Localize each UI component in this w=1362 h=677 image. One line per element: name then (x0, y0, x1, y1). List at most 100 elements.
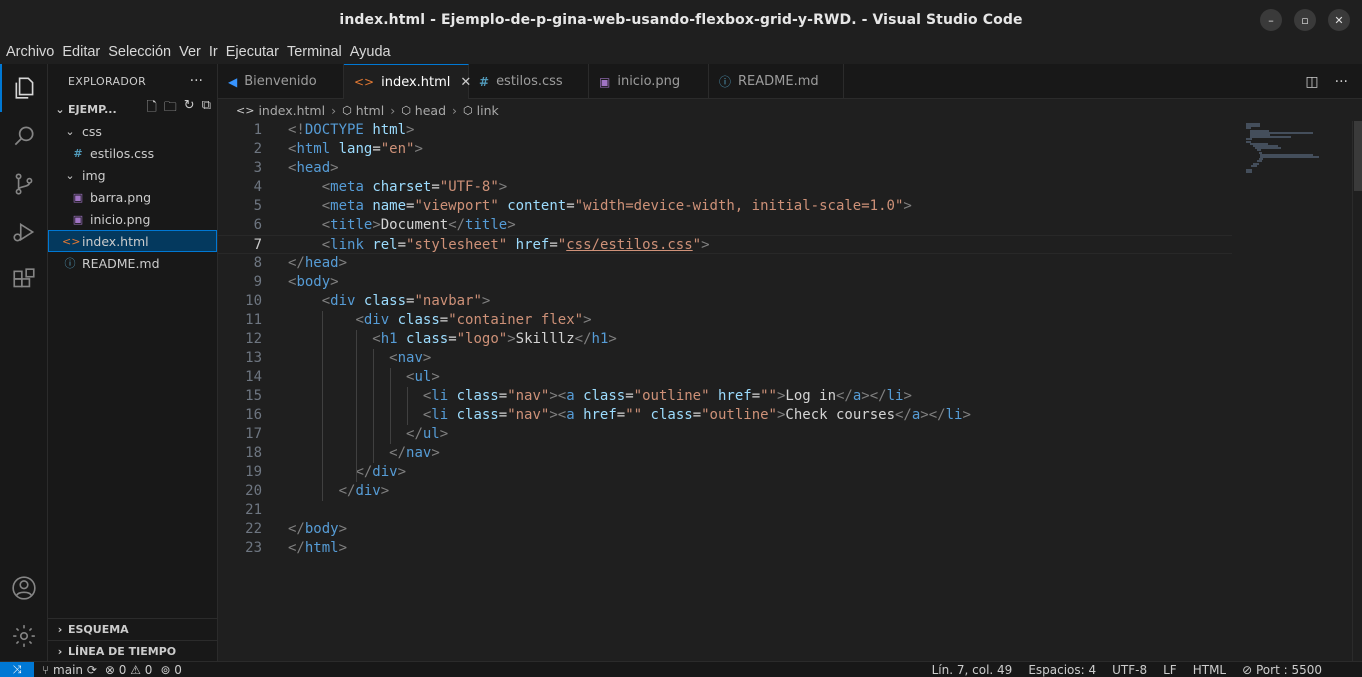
code-line[interactable]: 5 <meta name="viewport" content="width=d… (218, 197, 1232, 216)
tab-bienvenido[interactable]: ◀ Bienvenido (218, 64, 344, 99)
code-line[interactable]: 10 <div class="navbar"> (218, 292, 1232, 311)
sync-icon[interactable]: ⟳ (87, 663, 97, 677)
code-line[interactable]: 11 <div class="container flex"> (218, 311, 1232, 330)
line-number[interactable]: 20 (218, 482, 262, 501)
menu-ir[interactable]: Ir (205, 44, 222, 60)
code-line[interactable]: 3 <head> (218, 159, 1232, 178)
search-icon[interactable] (0, 112, 48, 160)
language-mode[interactable]: HTML (1193, 663, 1226, 677)
tab-readme-md[interactable]: ⓘ README.md (709, 64, 844, 99)
timeline-section[interactable]: › LÍNEA DE TIEMPO (48, 640, 218, 662)
collapse-all-icon[interactable]: ⧉ (202, 98, 211, 120)
minimize-button[interactable]: – (1260, 9, 1282, 31)
tree-file-inicio-png[interactable]: ▣ inicio.png (48, 208, 217, 230)
ports-status[interactable]: ⊚ 0 (160, 663, 182, 677)
code-line[interactable]: 23 </html> (218, 539, 1232, 558)
live-server-port[interactable]: ⊘ Port : 5500 (1242, 663, 1322, 677)
line-number[interactable]: 22 (218, 520, 262, 539)
menu-ver[interactable]: Ver (175, 44, 205, 60)
line-number[interactable]: 15 (218, 387, 262, 406)
new-folder-icon[interactable]: 🗀 (164, 98, 177, 120)
line-number[interactable]: 6 (218, 216, 262, 235)
maximize-button[interactable]: ▫ (1294, 9, 1316, 31)
line-number[interactable]: 8 (218, 254, 262, 273)
code-line[interactable]: 14 <ul> (218, 368, 1232, 387)
code-line[interactable]: 22 </body> (218, 520, 1232, 539)
line-number[interactable]: 11 (218, 311, 262, 330)
line-number[interactable]: 14 (218, 368, 262, 387)
line-number[interactable]: 7 (218, 236, 262, 255)
code-line[interactable]: 2 <html lang="en"> (218, 140, 1232, 159)
code-line[interactable]: 4 <meta charset="UTF-8"> (218, 178, 1232, 197)
line-number[interactable]: 17 (218, 425, 262, 444)
menu-seleccion[interactable]: Selección (104, 44, 175, 60)
indentation-status[interactable]: Espacios: 4 (1028, 663, 1096, 677)
line-number[interactable]: 10 (218, 292, 262, 311)
tree-file-index-html[interactable]: <> index.html (48, 230, 217, 252)
encoding-status[interactable]: UTF-8 (1112, 663, 1147, 677)
tree-file-estilos-css[interactable]: # estilos.css (48, 142, 217, 164)
eol-status[interactable]: LF (1163, 663, 1177, 677)
line-number[interactable]: 9 (218, 273, 262, 292)
line-number[interactable]: 19 (218, 463, 262, 482)
line-number[interactable]: 3 (218, 159, 262, 178)
menu-editar[interactable]: Editar (58, 44, 104, 60)
remote-indicator-icon[interactable]: ⤨ (0, 661, 34, 677)
code-line[interactable]: 16 <li class="nav"><a href="" class="out… (218, 406, 1232, 425)
split-editor-icon[interactable]: ◫ (1305, 74, 1318, 90)
minimap[interactable] (1238, 121, 1348, 661)
new-file-icon[interactable]: 🗋 (146, 98, 156, 120)
more-actions-icon[interactable]: ··· (1335, 74, 1348, 90)
line-number[interactable]: 21 (218, 501, 262, 520)
settings-gear-icon[interactable] (0, 612, 48, 660)
source-control-icon[interactable] (0, 160, 48, 208)
tree-folder-css[interactable]: ⌄ css (48, 120, 217, 142)
refresh-icon[interactable]: ↻ (184, 98, 195, 120)
account-icon[interactable] (0, 564, 48, 612)
menu-ejecutar[interactable]: Ejecutar (222, 44, 283, 60)
vertical-scrollbar[interactable] (1352, 121, 1362, 661)
code-line[interactable]: 21 (218, 501, 1232, 520)
line-number[interactable]: 4 (218, 178, 262, 197)
tab-index-html[interactable]: <> index.html ✕ (344, 64, 471, 99)
breadcrumb-item[interactable]: head (415, 103, 446, 118)
code-editor[interactable]: 1 <!DOCTYPE html> 2 <html lang="en"> 3 <head>… (218, 121, 1362, 661)
tree-file-readme-md[interactable]: ⓘ README.md (48, 252, 217, 274)
code-line[interactable]: 6 <title>Document</title> (218, 216, 1232, 235)
menu-archivo[interactable]: Archivo (2, 44, 58, 60)
cursor-position[interactable]: Lín. 7, col. 49 (932, 663, 1013, 677)
line-number[interactable]: 2 (218, 140, 262, 159)
tab-inicio-png[interactable]: ▣ inicio.png (589, 64, 709, 99)
breadcrumb-item[interactable]: link (477, 103, 499, 118)
code-line[interactable]: 13 <nav> (218, 349, 1232, 368)
code-line[interactable]: 15 <li class="nav"><a class="outline" hr… (218, 387, 1232, 406)
code-line[interactable]: 17 </ul> (218, 425, 1232, 444)
outline-section[interactable]: › ESQUEMA (48, 618, 218, 640)
problems-status[interactable]: ⊗ 0 ⚠ 0 (105, 663, 153, 677)
breadcrumb-item[interactable]: index.html (258, 103, 325, 118)
explorer-icon[interactable] (0, 64, 48, 112)
extensions-icon[interactable] (0, 256, 48, 304)
code-line[interactable]: 18 </nav> (218, 444, 1232, 463)
line-number[interactable]: 13 (218, 349, 262, 368)
code-line[interactable]: 12 <h1 class="logo">Skilllz</h1> (218, 330, 1232, 349)
code-line[interactable]: 9 <body> (218, 273, 1232, 292)
line-number[interactable]: 16 (218, 406, 262, 425)
branch-status[interactable]: ⑂ main ⟳ (42, 663, 97, 677)
scrollbar-thumb[interactable] (1354, 121, 1362, 191)
line-number[interactable]: 18 (218, 444, 262, 463)
code-line[interactable]: 8 </head> (218, 254, 1232, 273)
code-line[interactable]: 1 <!DOCTYPE html> (218, 121, 1232, 140)
code-line[interactable]: 7 <link rel="stylesheet" href="css/estil… (218, 235, 1232, 254)
line-number[interactable]: 12 (218, 330, 262, 349)
code-line[interactable]: 19 </div> (218, 463, 1232, 482)
breadcrumb-item[interactable]: html (356, 103, 384, 118)
line-number[interactable]: 5 (218, 197, 262, 216)
tab-estilos-css[interactable]: # estilos.css (469, 64, 589, 99)
tree-folder-img[interactable]: ⌄ img (48, 164, 217, 186)
line-number[interactable]: 23 (218, 539, 262, 558)
more-actions-icon[interactable]: ··· (190, 73, 203, 89)
code-line[interactable]: 20 </div> (218, 482, 1232, 501)
run-debug-icon[interactable] (0, 208, 48, 256)
line-number[interactable]: 1 (218, 121, 262, 140)
